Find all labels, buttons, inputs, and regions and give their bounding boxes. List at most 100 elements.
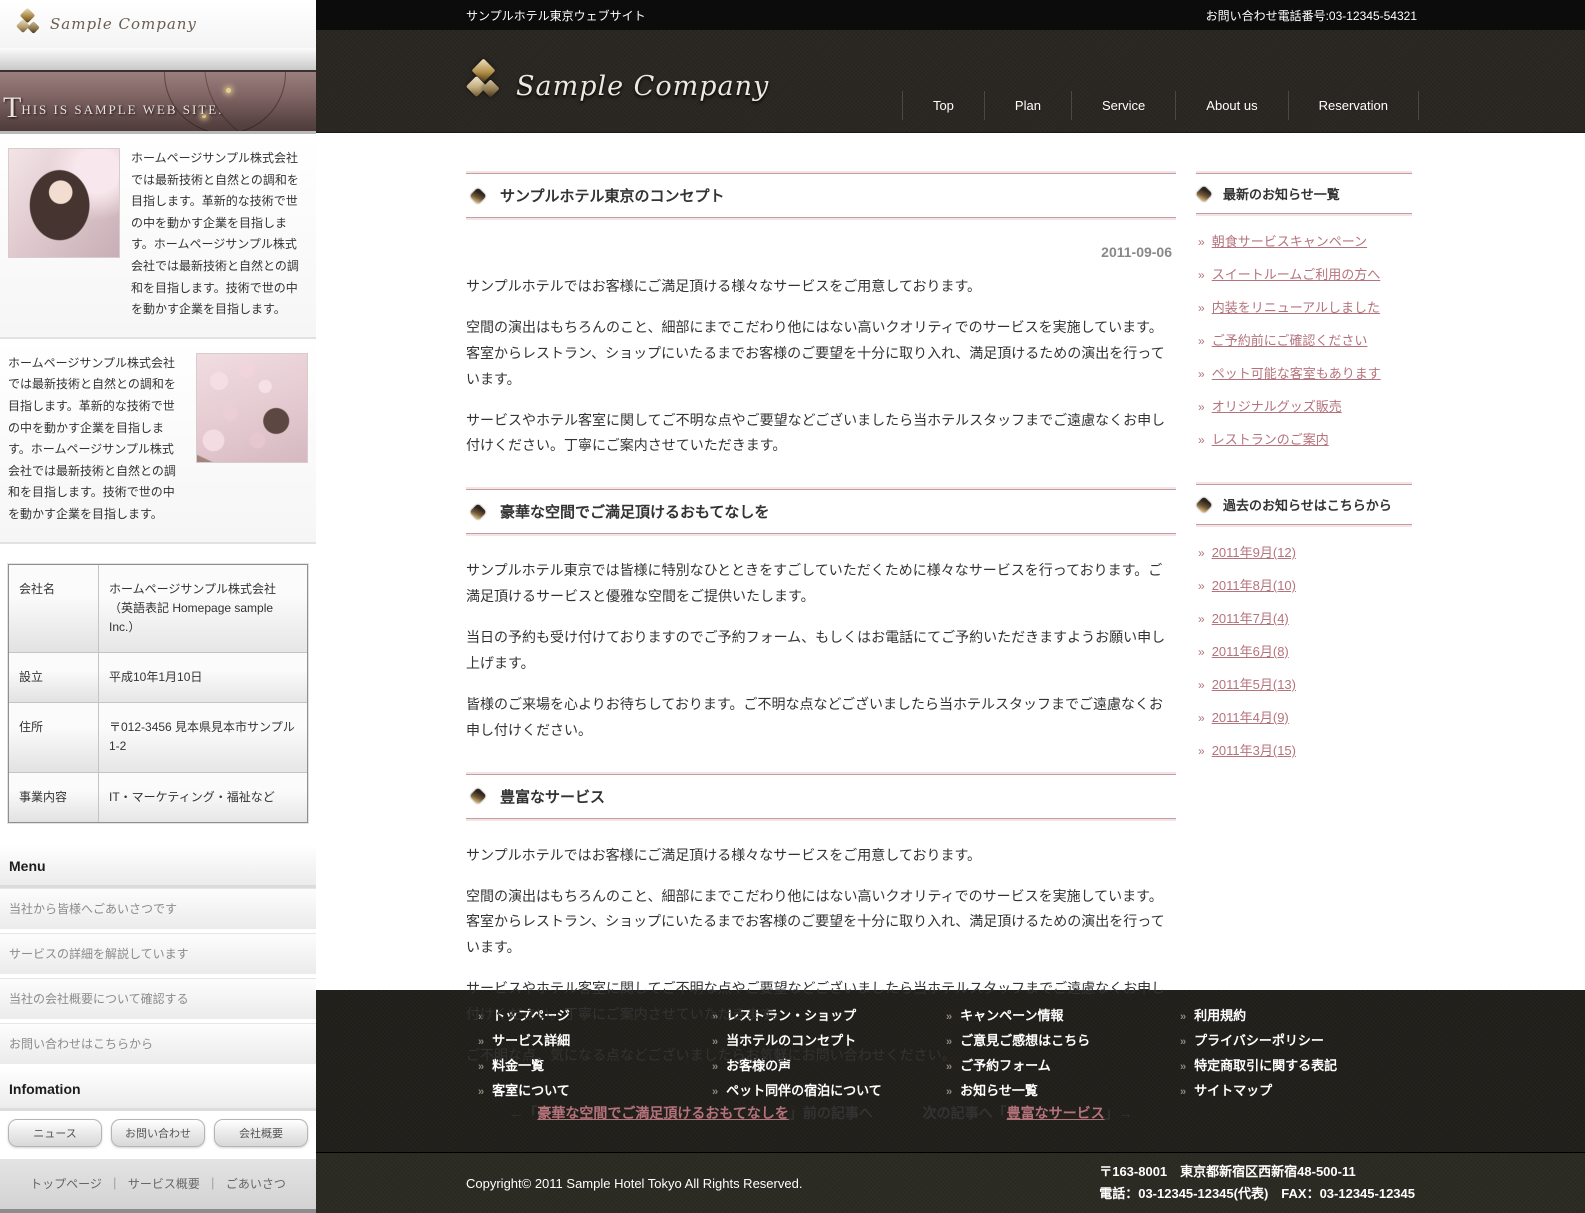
sidebar-item-service[interactable]: サービスの詳細を解説しています <box>0 932 316 975</box>
portrait-photo <box>8 148 120 258</box>
sidebar-logo[interactable]: Sample Company <box>0 0 316 48</box>
prev-arrow: ←「 <box>509 1104 538 1121</box>
table-label: 住所 <box>9 703 99 772</box>
archive-link[interactable]: 2011年6月(8) <box>1212 644 1289 659</box>
list-item: » 内装をリニューアルしました <box>1198 300 1381 315</box>
table-value: 〒012-3456 見本県見本市サンプル1-2 <box>99 703 307 772</box>
article-paragraph: 皆様のご来場を心よりお待ちしております。ご不明な点などございましたら当ホテルスタ… <box>466 695 1164 738</box>
company-overview-button[interactable]: 会社概要 <box>214 1118 308 1147</box>
table-value: ホームページサンプル株式会社 （英語表記 Homepage sample Inc… <box>99 564 307 653</box>
archive-link[interactable]: 2011年8月(10) <box>1212 578 1296 593</box>
news-link[interactable]: ペット可能な客室もあります <box>1212 366 1381 381</box>
header-logo[interactable]: Sample Company <box>465 58 770 112</box>
next-article-link[interactable]: 豊富なサービス <box>1007 1105 1105 1121</box>
service-overview-link[interactable]: サービス概要 <box>128 1175 200 1192</box>
news-link[interactable]: 朝食サービスキャンペーン <box>1212 234 1367 249</box>
archive-link[interactable]: 2011年5月(13) <box>1212 677 1296 692</box>
about-text: ホームページサンプル株式会社では最新技術と自然との調和を目指します。革新的な技術… <box>131 151 299 317</box>
footer-link[interactable]: » サイトマップ <box>1180 1079 1414 1104</box>
nav-about-us[interactable]: About us <box>1175 91 1287 120</box>
greeting-link[interactable]: ごあいさつ <box>226 1175 286 1192</box>
next-arrow: 」→ <box>1104 1104 1133 1121</box>
pager: ←「豪華な空間でご満足頂けるおもてなしを」前の記事へ 次の記事へ「豊富なサービス… <box>509 1104 1133 1121</box>
news-list: » 朝食サービスキャンペーン » スイートルームご利用の方へ » 内装をリニューアルし… <box>1196 231 1412 448</box>
article-paragraph: サービスやホテル客室に関してご不明な点やご要望などございましたら当ホテルスタッフ… <box>466 980 1166 1023</box>
table-value: 平成10年1月10日 <box>99 653 307 703</box>
article-concept: サンプルホテル東京のコンセプト 2011-09-06 サンプルホテルではお客様に… <box>466 173 1176 459</box>
archive-heading: 過去のお知らせはこちらから <box>1195 484 1412 525</box>
right-sidebar: 最新のお知らせ一覧 » 朝食サービスキャンペーン » スイートルームご利用の方へ »… <box>1195 173 1412 795</box>
archive-list: » 2011年9月(12) » 2011年8月(10) » 2011年7月(4) » 2… <box>1196 542 1412 759</box>
list-item: » オリジナルグッズ販売 <box>1198 399 1342 414</box>
copyright-text: Copyright© 2011 Sample Hotel Tokyo All R… <box>466 1175 803 1191</box>
separator: ｜ <box>108 1177 121 1192</box>
footer-link[interactable]: » 特定商取引に関する表記 <box>1180 1054 1414 1079</box>
article-heading: 豪華な空間でご満足頂けるおもてなしを <box>466 489 1176 535</box>
top-page-link[interactable]: トップページ <box>30 1175 102 1192</box>
page: Sample Company THIS IS SAMPLE WEB SITE. … <box>0 0 1585 1213</box>
table-row: 設立 平成10年1月10日 <box>9 653 307 704</box>
diamond-bullet-icon <box>1195 496 1213 513</box>
sidebar-banner: THIS IS SAMPLE WEB SITE. <box>0 70 316 134</box>
news-link[interactable]: オリジナルグッズ販売 <box>1212 399 1342 414</box>
sidebar-item-company[interactable]: 当社の会社概要について確認する <box>0 977 316 1020</box>
archive-link[interactable]: 2011年4月(9) <box>1212 710 1289 725</box>
archive-link[interactable]: 2011年7月(4) <box>1212 611 1289 626</box>
article-paragraph: 当日の予約も受け付けておりますのでご予約フォーム、もしくはお電話にてご予約いただ… <box>466 629 1166 672</box>
sparkle-icon <box>226 88 231 93</box>
article-column: サンプルホテル東京のコンセプト 2011-09-06 サンプルホテルではお客様に… <box>466 173 1176 1123</box>
contact-button[interactable]: お問い合わせ <box>111 1118 205 1147</box>
info-buttons: ニュース お問い合わせ 会社概要 <box>0 1111 316 1159</box>
sidebar-logo-text: Sample Company <box>50 15 197 33</box>
news-button[interactable]: ニュース <box>8 1118 102 1147</box>
article-paragraph: 空間の演出はもちろんのこと、細部にまでこだわり他にはない高いクオリティでのサービ… <box>466 318 1165 387</box>
diamond-bullet-icon <box>469 503 487 521</box>
list-item: » 朝食サービスキャンペーン <box>1198 234 1368 249</box>
address-block: 〒163-8001 東京都新宿区西新宿48-500-11 電話：03-12345… <box>1099 1161 1415 1205</box>
nav-service[interactable]: Service <box>1070 91 1175 120</box>
article-paragraph: サービスやホテル客室に関してご不明な点やご要望などございましたら当ホテルスタッフ… <box>466 411 1166 454</box>
article-date: 2011-09-06 <box>1101 244 1172 260</box>
news-link[interactable]: 内装をリニューアルしました <box>1212 300 1380 315</box>
list-item: » ご予約前にご確認ください <box>1198 333 1368 348</box>
sidebar-copyright: © Copyright サンプル株式会社 All Rights Reseved. <box>0 1208 316 1213</box>
blossom-photo <box>196 352 308 463</box>
bottom-bar: Copyright© 2011 Sample Hotel Tokyo All R… <box>316 1152 1585 1213</box>
list-item: » 2011年8月(10) <box>1198 578 1296 593</box>
table-row: 住所 〒012-3456 見本県見本市サンプル1-2 <box>9 703 307 773</box>
postal-address: 〒163-8001 東京都新宿区西新宿48-500-11 <box>1099 1163 1356 1179</box>
header-logo-text: Sample Company <box>516 70 770 102</box>
nav-plan[interactable]: Plan <box>983 91 1071 120</box>
footer-link[interactable]: » 利用規約 <box>1180 1004 1414 1029</box>
company-diamond-logo-icon <box>15 7 40 39</box>
list-item: » 2011年6月(8) <box>1198 644 1289 659</box>
prev-article-link[interactable]: 豪華な空間でご満足頂けるおもてなしを <box>537 1105 788 1121</box>
nav-reservation[interactable]: Reservation <box>1287 91 1419 120</box>
table-row: 事業内容 IT・マーケティング・福祉など <box>9 772 307 822</box>
article-title: サンプルホテル東京のコンセプト <box>500 188 725 205</box>
archive-link[interactable]: 2011年3月(15) <box>1212 743 1296 758</box>
list-item: » ペット可能な客室もあります <box>1198 366 1381 381</box>
article-heading: 豊富なサービス <box>466 773 1176 819</box>
list-item: » 2011年3月(15) <box>1198 743 1296 758</box>
list-item: » 2011年7月(4) <box>1198 611 1289 626</box>
sidebar-item-contact[interactable]: お問い合わせはこちらから <box>0 1022 316 1065</box>
news-link[interactable]: レストランのご案内 <box>1212 432 1329 447</box>
site-header: Sample Company Top Plan Service About us… <box>316 30 1585 133</box>
footer-link[interactable]: » プライバシーポリシー <box>1180 1029 1414 1054</box>
main-area: サンプルホテル東京ウェブサイト お問い合わせ電話番号:03-12345-5432… <box>316 0 1585 1213</box>
article-paragraph: ご不明な点、気になる点などございましたらお気軽にお問い合わせください。 <box>466 1047 956 1064</box>
nav-top[interactable]: Top <box>901 91 984 120</box>
article-paragraph: サンプルホテルではお客様にご満足頂ける様々なサービスをご用意しております。 <box>466 278 982 294</box>
archive-link[interactable]: 2011年9月(12) <box>1212 545 1296 560</box>
diamond-bullet-icon <box>469 187 487 204</box>
list-item: » 2011年5月(13) <box>1198 677 1296 692</box>
information-heading: Infomation <box>0 1067 316 1111</box>
article-service: 豊富なサービス サンプルホテルではお客様にご満足頂ける様々なサービスをご用意して… <box>466 773 1176 1069</box>
table-row: 会社名 ホームページサンプル株式会社 （英語表記 Homepage sample… <box>9 564 307 654</box>
news-link[interactable]: ご予約前にご確認ください <box>1212 333 1368 348</box>
article-paragraph: サンプルホテル東京では皆様に特別なひとときをすごしていただくために様々なサービス… <box>466 562 1163 605</box>
sidebar-item-greeting[interactable]: 当社から皆様へごあいさつです <box>0 887 316 930</box>
news-link[interactable]: スイートルームご利用の方へ <box>1212 267 1381 282</box>
table-label: 設立 <box>9 653 99 703</box>
